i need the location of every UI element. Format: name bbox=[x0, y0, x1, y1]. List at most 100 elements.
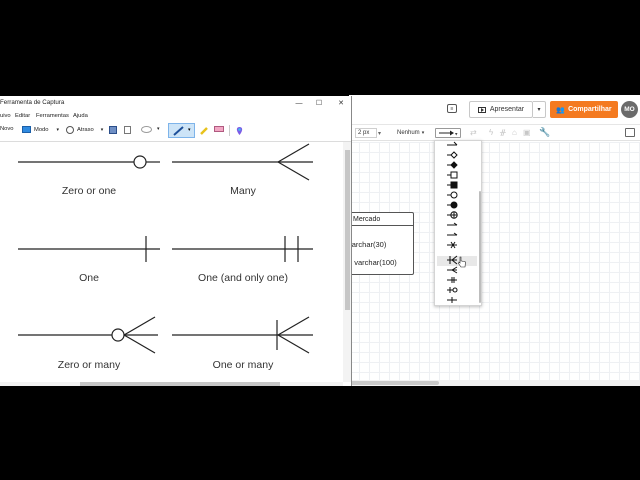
menu-item-circle-outline bbox=[447, 191, 458, 199]
snip-toolbar: Novo Modo ▾ Atraso ▾ ▾ ▾ bbox=[0, 122, 351, 139]
mode-label: Modo bbox=[34, 126, 49, 133]
format-panel-icon[interactable] bbox=[625, 128, 635, 137]
horizontal-scrollbar[interactable] bbox=[349, 380, 640, 386]
present-button[interactable]: Apresentar bbox=[469, 101, 533, 118]
arrow-end-select[interactable]: ▾ bbox=[435, 128, 461, 138]
menu-item-diamond-outline bbox=[447, 151, 458, 159]
entity-title: Mercado bbox=[349, 213, 413, 226]
scrollbar-thumb[interactable] bbox=[345, 150, 350, 310]
snip-image-canvas: Zero or one Many One One (and only one) … bbox=[0, 142, 343, 382]
chevron-down-icon[interactable]: ▾ bbox=[378, 128, 381, 138]
card-label-one: One bbox=[79, 272, 99, 284]
waypoint-icon: ᚌ bbox=[500, 128, 506, 137]
menu-edit[interactable]: Editar bbox=[15, 113, 30, 119]
pen-icon bbox=[173, 126, 184, 136]
one-and-only-one-symbol bbox=[172, 236, 313, 262]
menu-bar: uivo Editar Ferramentas Ajuda bbox=[0, 111, 351, 122]
diagram-canvas[interactable]: Mercado varchar(30) o varchar(100) bbox=[349, 142, 640, 380]
card-label-zero-or-many: Zero or many bbox=[57, 359, 121, 371]
avatar[interactable]: MO bbox=[621, 101, 638, 118]
paint3d-icon[interactable] bbox=[235, 126, 244, 136]
card-label-one-and-only-one: One (and only one) bbox=[198, 272, 288, 284]
chevron-down-icon: ▾ bbox=[421, 130, 425, 136]
editor-top-bar: 3 ≡ Apresentar ▾ 👥 Compartilhar MO bbox=[349, 95, 640, 125]
mode-icon bbox=[22, 126, 31, 133]
close-icon[interactable]: ✕ bbox=[332, 97, 350, 109]
card-label-one-or-many: One or many bbox=[212, 359, 274, 371]
scrollbar-thumb[interactable] bbox=[80, 382, 280, 386]
menu-item-crows-foot bbox=[447, 255, 458, 265]
clock-icon bbox=[66, 126, 74, 134]
highlighter-icon[interactable] bbox=[199, 126, 209, 135]
swap-icon: ⇄ bbox=[470, 128, 477, 137]
menu-tools[interactable]: Ferramentas bbox=[36, 113, 69, 119]
menu-item-one-dash bbox=[447, 297, 457, 303]
stroke-width-select[interactable]: 2 px bbox=[355, 128, 377, 138]
delay-label: Atraso bbox=[77, 127, 94, 133]
mode-button[interactable]: Modo ▾ bbox=[22, 126, 59, 133]
pen-button[interactable]: ▾ bbox=[168, 123, 195, 138]
menu-item-many bbox=[447, 266, 458, 274]
zero-or-many-symbol bbox=[18, 316, 158, 354]
one-or-many-symbol bbox=[172, 316, 313, 354]
chevron-down-icon: ▾ bbox=[56, 126, 60, 133]
toolbar-divider bbox=[229, 125, 230, 136]
svg-text:▾: ▾ bbox=[455, 132, 458, 138]
window-title: Ferramenta de Captura bbox=[0, 99, 65, 106]
menu-item-zero-one bbox=[447, 287, 458, 293]
lock-icon: ⌂ bbox=[512, 128, 517, 137]
entity-row: o varchar(100) bbox=[349, 258, 397, 267]
users-icon: 👥 bbox=[556, 106, 566, 114]
menu-item-square-filled bbox=[447, 181, 458, 189]
minimize-icon[interactable]: — bbox=[290, 97, 308, 109]
line-style-select[interactable]: Nenhum ▾ bbox=[397, 128, 433, 138]
cardinality-diagram bbox=[18, 143, 313, 354]
zero-or-one-symbol bbox=[18, 155, 160, 169]
menu-item-half-open bbox=[447, 222, 458, 226]
horizontal-scrollbar[interactable] bbox=[0, 382, 343, 386]
present-dropdown-caret[interactable]: ▾ bbox=[533, 101, 546, 118]
comment-icon[interactable]: ≡ bbox=[447, 104, 457, 113]
arrow-style-menu[interactable] bbox=[434, 140, 482, 306]
play-icon bbox=[477, 106, 486, 113]
menu-item-cross-open bbox=[447, 241, 457, 249]
menu-help[interactable]: Ajuda bbox=[73, 113, 88, 119]
menu-item-circle-filled bbox=[447, 201, 458, 209]
share-button[interactable]: 👥 Compartilhar bbox=[550, 101, 618, 118]
share-label: Compartilhar bbox=[568, 106, 612, 113]
menu-item-diamond-filled bbox=[447, 161, 458, 169]
hand-cursor-icon bbox=[458, 256, 466, 268]
copy-style-icon: ▣ bbox=[523, 128, 531, 137]
card-label-zero-or-one: Zero or one bbox=[61, 185, 117, 197]
screen: 3 ≡ Apresentar ▾ 👥 Compartilhar MO 2 px … bbox=[0, 0, 640, 480]
wrench-icon[interactable]: 🔧 bbox=[539, 127, 550, 138]
menu-item-line bbox=[447, 232, 458, 236]
card-label-many: Many bbox=[230, 185, 256, 197]
arrow-preview-icon: ▾ bbox=[439, 130, 458, 138]
snipping-tool-window: Ferramenta de Captura — ☐ ✕ uivo Editar … bbox=[0, 96, 352, 386]
editor-format-toolbar: 2 px ▾ Nenhum ▾ ▾ ⇄ ϟ ᚌ ⌂ ▣ 🔧 bbox=[349, 125, 640, 141]
menu-item-circle-plus bbox=[447, 211, 458, 219]
entity-table[interactable]: Mercado varchar(30) o varchar(100) bbox=[349, 212, 414, 275]
menu-item-open-line bbox=[447, 141, 458, 146]
present-label: Apresentar bbox=[489, 106, 525, 113]
send-icon[interactable] bbox=[141, 126, 155, 133]
arrow-style-list bbox=[447, 141, 458, 303]
copy-icon[interactable] bbox=[124, 126, 134, 134]
window-title-bar[interactable]: Ferramenta de Captura — ☐ ✕ bbox=[0, 96, 351, 110]
vertical-scrollbar[interactable] bbox=[343, 142, 351, 382]
new-snip-button[interactable]: Novo bbox=[0, 126, 14, 132]
one-symbol bbox=[18, 236, 160, 262]
save-icon[interactable] bbox=[109, 126, 120, 134]
eraser-icon[interactable] bbox=[214, 126, 227, 132]
menu-scrollbar[interactable] bbox=[479, 191, 481, 303]
chevron-down-icon[interactable]: ▾ bbox=[157, 126, 160, 132]
menu-file[interactable]: uivo bbox=[0, 113, 11, 119]
scrollbar-thumb[interactable] bbox=[349, 381, 439, 385]
many-symbol bbox=[172, 143, 313, 181]
delay-button[interactable]: Atraso ▾ bbox=[66, 126, 103, 134]
line-style-label: Nenhum bbox=[397, 130, 420, 136]
flash-icon: ϟ bbox=[489, 128, 494, 137]
maximize-icon[interactable]: ☐ bbox=[310, 97, 328, 109]
menu-item-one-only bbox=[447, 277, 457, 283]
